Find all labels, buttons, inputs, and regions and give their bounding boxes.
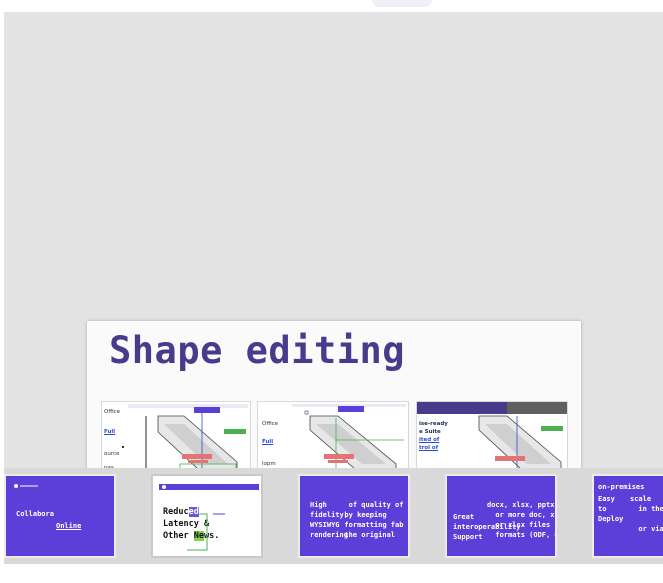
bottom-area	[0, 564, 663, 583]
thumbnail-text: Great interoperability Support	[453, 513, 521, 541]
thumbnail-text: Easy to Deploy	[598, 495, 624, 523]
thumbnail-ghost-text: scale in the cloud or via	[630, 495, 663, 533]
thumbnail-connector	[187, 513, 225, 551]
screenshot-text: e Suite	[419, 429, 441, 435]
thumbnail-ghost-text: of quality of by keeping formatting fab …	[344, 501, 404, 539]
logo-line	[20, 485, 38, 487]
slide-thumbnail-2[interactable]: Reduced Latency & Other News.	[151, 474, 263, 558]
slide-thumbnail-3[interactable]: High fidelity, WYSIWYG rendering of qual…	[298, 474, 410, 558]
slide-thumbnail-1[interactable]: Collabora Online	[4, 474, 116, 558]
top-tab-hint[interactable]	[372, 0, 432, 7]
screenshot-text: trol of	[419, 445, 439, 451]
slide-filmstrip: Collabora Online Reduced Latency & Other…	[4, 468, 663, 564]
logo-dot-icon	[14, 484, 18, 488]
slide-thumbnail-5[interactable]: on-premises Easy to Deploy scale in the …	[592, 474, 663, 558]
slide-thumbnail-4[interactable]: docx, xlsx, pptx or more doc, xls, or xl…	[445, 474, 557, 558]
current-slide[interactable]: Shape editing Office Full ource pas Offi…	[87, 321, 581, 481]
slide-title: Shape editing	[109, 329, 406, 372]
thumbnail-ghost-text: on-premises	[598, 483, 645, 491]
screenshot-text: ise-ready	[419, 421, 448, 427]
top-bar	[0, 0, 663, 12]
thumbnail-subtitle: Online	[56, 522, 82, 530]
screenshot-text: ited of	[419, 437, 440, 443]
thumbnail-title: Collabora	[16, 510, 54, 518]
